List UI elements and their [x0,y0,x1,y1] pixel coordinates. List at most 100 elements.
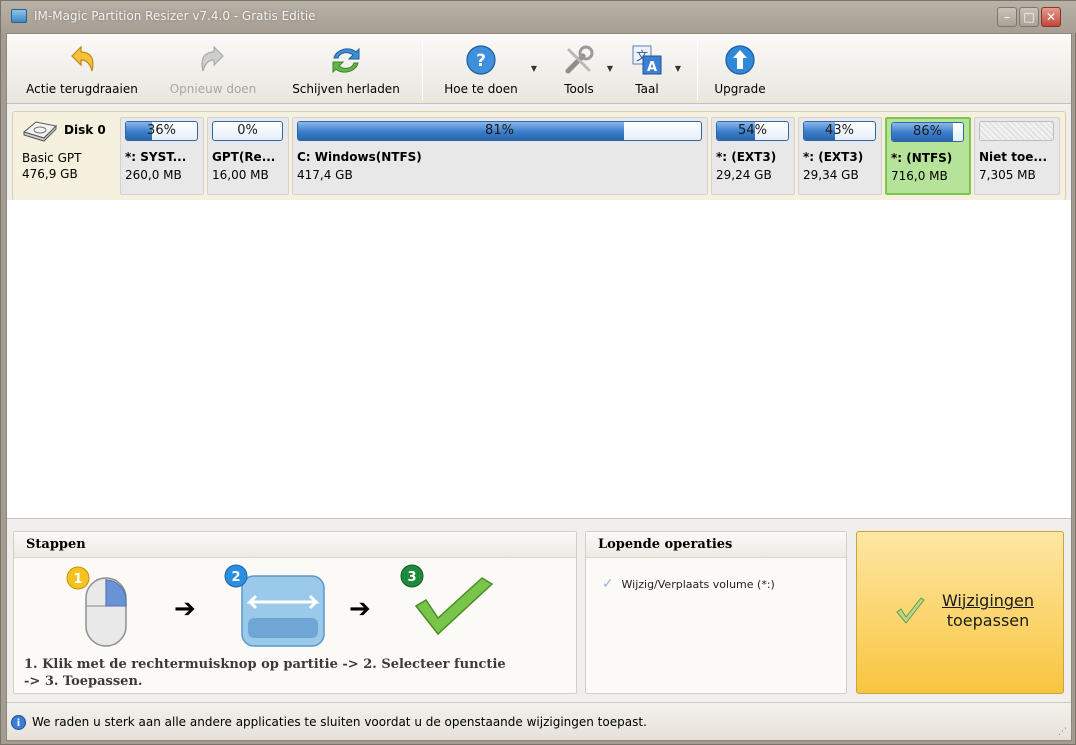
checkmark-icon: 3 [400,564,494,636]
partition-size: 29,24 GB [716,168,772,182]
pending-operation-item[interactable]: ✓ Wijzig/Verplaats volume (*:) [602,576,775,592]
steps-panel: Stappen 1 ➔ 2 ➔ 3 1. Klik met de rechter… [13,531,577,694]
disk-name: Disk 0 [64,123,106,137]
language-button[interactable]: 文 A Taal ▼ [619,34,681,104]
pending-operations-title: Lopende operaties [586,532,846,558]
step-1-badge: 1 [73,572,82,587]
check-icon: ✓ [602,576,614,592]
window-title: IM-Magic Partition Resizer v7.4.0 - Grat… [34,9,316,23]
client-area: Actie terugdraaien Opnieuw doen Schijven… [6,33,1072,741]
app-icon [11,9,27,23]
partition-size: 7,305 MB [979,168,1036,182]
language-dropdown-icon[interactable]: ▼ [675,64,681,73]
tools-icon [565,45,594,74]
how-to-label: Hoe te doen [444,82,518,96]
partition-label: *: (NTFS) [891,151,953,165]
reload-icon [332,47,360,74]
usage-percent: 54% [738,123,767,138]
partition-unallocated[interactable]: Niet toe... 7,305 MB [974,117,1060,195]
partition-ext3-2[interactable]: 43% *: (EXT3) 29,34 GB [798,117,882,195]
partition-system[interactable]: 36% *: SYST... 260,0 MB [120,117,204,195]
partition-label: *: (EXT3) [716,150,777,164]
partition-label: C: Windows(NTFS) [297,150,422,164]
upgrade-label: Upgrade [714,82,766,96]
redo-icon [201,45,224,72]
usage-bar: 36% [125,121,198,141]
tools-label: Tools [564,82,594,96]
usage-bar: 0% [212,121,283,141]
mouse-icon: 1 [66,566,127,647]
undo-button[interactable]: Actie terugdraaien [11,34,153,104]
steps-text-line2: -> 3. Toepassen. [24,674,143,689]
pending-operation-label: Wijzig/Verplaats volume (*:) [621,578,775,591]
usage-percent: 0% [237,123,258,138]
usage-bar: 43% [803,121,876,141]
redo-button[interactable]: Opnieuw doen [157,34,269,104]
tools-dropdown-icon[interactable]: ▼ [607,64,613,73]
resize-grip-icon[interactable]: ⋰ [1058,727,1067,737]
minimize-button[interactable]: – [997,7,1017,27]
apply-changes-label: Wijzigingen toepassen [929,591,1047,631]
toolbar: Actie terugdraaien Opnieuw doen Schijven… [7,34,1071,104]
title-bar[interactable]: IM-Magic Partition Resizer v7.4.0 - Grat… [1,1,1076,33]
partition-windows[interactable]: 81% C: Windows(NTFS) 417,4 GB [292,117,708,195]
partition-size: 417,4 GB [297,168,353,182]
partition-ext3-1[interactable]: 54% *: (EXT3) 29,24 GB [711,117,795,195]
partition-size: 29,34 GB [803,168,859,182]
usage-bar: 54% [716,121,789,141]
partition-label: GPT(Re... [212,150,276,164]
disk-size: 476,9 GB [22,167,78,181]
usage-bar: 81% [297,121,702,141]
close-icon: ✕ [1045,10,1057,24]
hard-disk-icon [22,121,58,142]
partition-label: *: (EXT3) [803,150,864,164]
partition-label: *: SYST... [125,150,187,164]
apply-changes-line1: Wijzigingen [941,591,1035,610]
steps-instructions: 1. Klik met de rechtermuisknop op partit… [24,656,564,690]
upgrade-icon [725,45,755,75]
upgrade-button[interactable]: Upgrade [705,34,775,104]
svg-text:?: ? [476,51,486,71]
status-bar: i We raden u sterk aan alle andere appli… [7,702,1071,740]
how-to-dropdown-icon[interactable]: ▼ [531,64,537,73]
help-icon: ? [466,45,496,75]
usage-percent: 86% [913,124,942,139]
apply-changes-button[interactable]: Wijzigingen toepassen [856,531,1064,694]
step-arrow-icon: ➔ [174,594,196,624]
info-icon: i [11,715,26,730]
disk-type: Basic GPT [22,151,82,165]
usage-bar: 86% [891,122,964,142]
svg-text:A: A [647,60,657,75]
steps-title: Stappen [14,532,576,558]
minimize-icon: – [1004,10,1010,24]
step-arrow-icon: ➔ [349,594,371,624]
usage-percent: 36% [147,123,176,138]
bottom-panel: Stappen 1 ➔ 2 ➔ 3 1. Klik met de rechter… [7,518,1071,702]
partition-label: Niet toe... [979,150,1048,164]
reload-disks-button[interactable]: Schijven herladen [281,34,411,104]
maximize-button[interactable]: □ [1019,7,1039,27]
disk-info[interactable]: Disk 0 Basic GPT 476,9 GB [16,118,116,194]
toolbar-separator [697,38,698,100]
partition-size: 260,0 MB [125,168,182,182]
language-icon: 文 A [632,45,662,75]
maximize-icon: □ [1023,10,1035,24]
how-to-button[interactable]: ? Hoe te doen ▼ [431,34,537,104]
status-message: We raden u sterk aan alle andere applica… [32,715,647,729]
disk-map: Disk 0 Basic GPT 476,9 GB 36% *: SYST...… [12,111,1066,201]
app-window: IM-Magic Partition Resizer v7.4.0 - Grat… [0,0,1076,745]
step-2-badge: 2 [231,570,240,585]
toolbar-separator [422,38,423,100]
steps-text-line1: 1. Klik met de rechtermuisknop op partit… [24,657,506,672]
partition-details-area [7,200,1071,522]
apply-changes-line2: toepassen [946,611,1030,630]
close-button[interactable]: ✕ [1041,7,1061,27]
partition-ntfs-selected[interactable]: 86% *: (NTFS) 716,0 MB [885,117,971,195]
redo-label: Opnieuw doen [169,82,257,96]
usage-percent: 81% [485,123,514,138]
partition-gpt-reserved[interactable]: 0% GPT(Re... 16,00 MB [207,117,289,195]
tools-button[interactable]: Tools ▼ [551,34,613,104]
step-3-badge: 3 [407,570,416,585]
usage-percent: 43% [825,123,854,138]
undo-icon [71,45,94,72]
